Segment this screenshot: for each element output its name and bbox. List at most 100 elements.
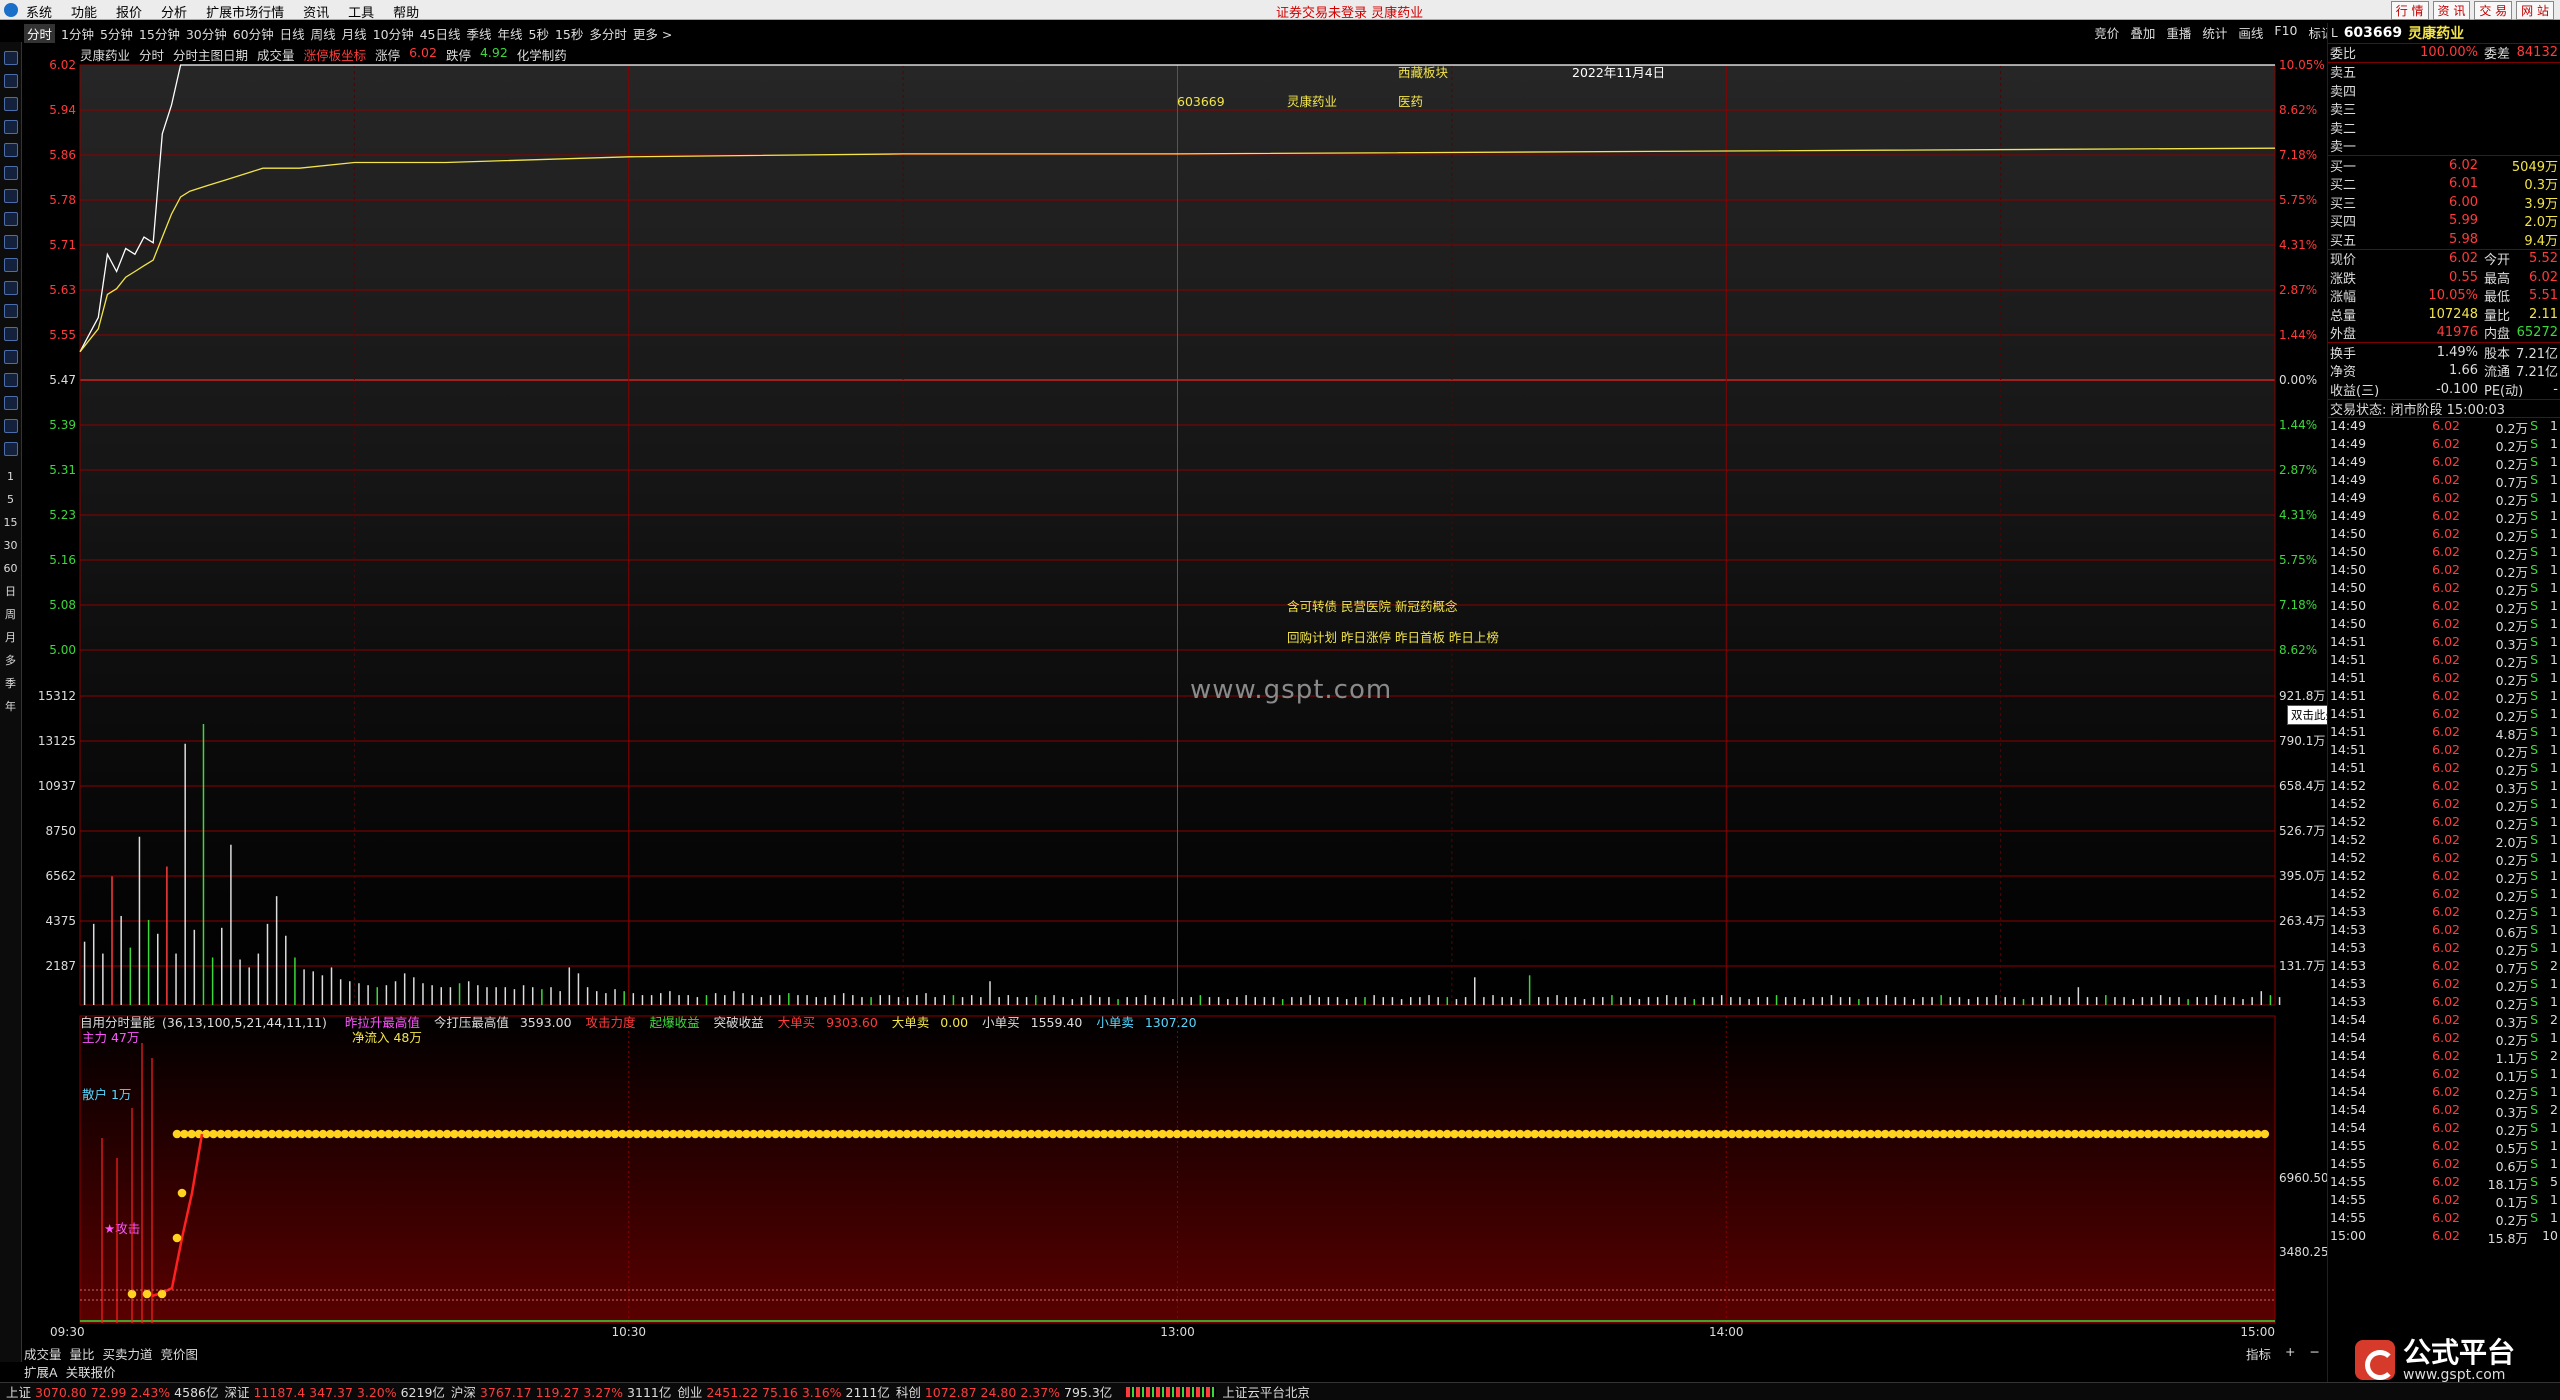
buy-level[interactable]: 买二 6.01 0.3万 bbox=[2328, 175, 2560, 193]
period-tab[interactable]: 多分时 bbox=[589, 24, 627, 43]
period-tab[interactable]: 10分钟 bbox=[373, 24, 414, 43]
menu-item[interactable]: 分析 bbox=[161, 2, 187, 21]
period-shortcut[interactable]: 30 bbox=[0, 534, 21, 557]
tool-icon[interactable] bbox=[4, 304, 18, 318]
bottom-tab[interactable]: 买卖力道 bbox=[103, 1344, 153, 1363]
period-shortcut[interactable]: 季 bbox=[0, 672, 21, 695]
period-tab[interactable]: 15秒 bbox=[555, 24, 583, 43]
bottom-tab[interactable]: 竞价图 bbox=[161, 1344, 199, 1363]
tool-icon[interactable] bbox=[4, 74, 18, 88]
index-quote[interactable]: 科创 1072.87 24.80 2.37% 795.3亿 bbox=[896, 1382, 1112, 1400]
tool-icon[interactable] bbox=[4, 327, 18, 341]
bottom-tab[interactable]: 量比 bbox=[70, 1344, 95, 1363]
sell-level[interactable]: 卖一 bbox=[2328, 137, 2560, 155]
tool-icon[interactable] bbox=[4, 442, 18, 456]
tick-row: 14:51 6.02 0.2万 S 1 bbox=[2328, 670, 2560, 688]
tool-icon[interactable] bbox=[4, 373, 18, 387]
tool-icon[interactable] bbox=[4, 51, 18, 65]
quote-value: 107248 bbox=[2428, 306, 2478, 322]
period-tab[interactable]: 5分钟 bbox=[100, 24, 133, 43]
tool-icon[interactable] bbox=[4, 281, 18, 295]
period-tab[interactable]: 月线 bbox=[342, 24, 367, 43]
index-quote[interactable]: 创业 2451.22 75.16 3.16% 2111亿 bbox=[677, 1382, 889, 1400]
indicator-title[interactable]: 自用分时量能 (36,13,100,5,21,44,11,11) bbox=[80, 1015, 334, 1030]
price-tick-label: 5.31 bbox=[49, 463, 76, 477]
menu-item[interactable]: 系统 bbox=[26, 2, 52, 21]
period-shortcut[interactable]: 多 bbox=[0, 649, 21, 672]
period-shortcut[interactable]: 日 bbox=[0, 580, 21, 603]
bottom-tab[interactable]: 扩展A bbox=[24, 1362, 58, 1381]
menu-item[interactable]: 资讯 bbox=[303, 2, 329, 21]
period-tab[interactable]: 分时 bbox=[24, 23, 56, 43]
menu-item[interactable]: 扩展市场行情 bbox=[206, 2, 284, 21]
menu-item[interactable]: 报价 bbox=[116, 2, 142, 21]
period-tab[interactable]: 年线 bbox=[498, 24, 523, 43]
index-quote[interactable]: 上证 3070.80 72.99 2.43% 4586亿 bbox=[6, 1382, 218, 1400]
period-shortcut[interactable]: 1 bbox=[0, 465, 21, 488]
toolbar-button[interactable]: 画线 bbox=[2238, 23, 2263, 43]
period-tab[interactable]: 周线 bbox=[311, 24, 336, 43]
top-button[interactable]: 网 站 bbox=[2516, 1, 2554, 20]
buy-level[interactable]: 买一 6.02 5049万 bbox=[2328, 156, 2560, 175]
sell-level[interactable]: 卖五 bbox=[2328, 63, 2560, 81]
period-tab[interactable]: 季线 bbox=[467, 24, 492, 43]
sell-level[interactable]: 卖二 bbox=[2328, 118, 2560, 137]
quote-value: - bbox=[2553, 381, 2558, 397]
buy-level[interactable]: 买五 5.98 9.4万 bbox=[2328, 230, 2560, 249]
tool-icon[interactable] bbox=[4, 143, 18, 157]
period-tab[interactable]: 45日线 bbox=[420, 24, 461, 43]
period-shortcut[interactable]: 年 bbox=[0, 695, 21, 718]
top-button[interactable]: 交 易 bbox=[2474, 1, 2513, 20]
menu-item[interactable]: 帮助 bbox=[393, 2, 419, 21]
tick-time: 14:53 bbox=[2330, 994, 2367, 1009]
tool-icon[interactable] bbox=[4, 97, 18, 111]
period-shortcut[interactable]: 5 bbox=[0, 488, 21, 511]
tool-icon[interactable] bbox=[4, 212, 18, 226]
buy-level[interactable]: 买三 6.00 3.9万 bbox=[2328, 193, 2560, 212]
tool-icon[interactable] bbox=[4, 419, 18, 433]
tick-time: 14:55 bbox=[2330, 1210, 2367, 1225]
intraday-chart[interactable]: 6.02 10.05% 5.94 8.62% 5.86 7.18% 5.78 5.75% 5.7… bbox=[22, 58, 2327, 1343]
tick-row: 14:49 6.02 0.2万 S 1 bbox=[2328, 490, 2560, 508]
index-quote[interactable]: 深证 11187.4 347.37 3.20% 6219亿 bbox=[224, 1382, 444, 1400]
buy-level[interactable]: 买四 5.99 2.0万 bbox=[2328, 212, 2560, 230]
bottom-tab[interactable]: 关联报价 bbox=[66, 1362, 116, 1381]
period-shortcut[interactable]: 60 bbox=[0, 557, 21, 580]
period-tab[interactable]: 30分钟 bbox=[186, 24, 227, 43]
tool-icon[interactable] bbox=[4, 258, 18, 272]
period-tab[interactable]: 60分钟 bbox=[233, 24, 274, 43]
toolbar-button[interactable]: 统计 bbox=[2202, 23, 2227, 43]
tool-icon[interactable] bbox=[4, 166, 18, 180]
bottom-tab-control[interactable]: 指标 bbox=[2246, 1344, 2271, 1363]
period-shortcut[interactable]: 月 bbox=[0, 626, 21, 649]
bottom-tab-control[interactable]: + bbox=[2285, 1344, 2295, 1363]
toolbar-button[interactable]: 叠加 bbox=[2130, 23, 2155, 43]
bottom-tab[interactable]: 成交量 bbox=[24, 1344, 62, 1363]
toolbar-button[interactable]: F10 bbox=[2274, 23, 2297, 43]
period-tab[interactable]: 5秒 bbox=[529, 24, 549, 43]
period-tab[interactable]: 更多 > bbox=[633, 24, 672, 43]
period-tab[interactable]: 15分钟 bbox=[139, 24, 180, 43]
period-tab[interactable]: 1分钟 bbox=[61, 24, 94, 43]
period-shortcut[interactable]: 15 bbox=[0, 511, 21, 534]
index-quote[interactable]: 沪深 3767.17 119.27 3.27% 3111亿 bbox=[451, 1382, 671, 1400]
tool-icon[interactable] bbox=[4, 189, 18, 203]
top-button[interactable]: 资 讯 bbox=[2432, 1, 2471, 20]
tick-list[interactable]: 14:49 6.02 0.2万 S 1 14:49 6.02 0.2万 S 1 14:49 6.02 0… bbox=[2328, 417, 2560, 1246]
tool-icon[interactable] bbox=[4, 396, 18, 410]
sell-level[interactable]: 卖三 bbox=[2328, 100, 2560, 118]
period-shortcut[interactable]: 周 bbox=[0, 603, 21, 626]
tool-icon[interactable] bbox=[4, 120, 18, 134]
sell-level[interactable]: 卖四 bbox=[2328, 81, 2560, 100]
toolbar-button[interactable]: 竞价 bbox=[2094, 23, 2119, 43]
top-button[interactable]: 行 情 bbox=[2390, 1, 2429, 20]
menu-item[interactable]: 工具 bbox=[348, 2, 374, 21]
tool-icon[interactable] bbox=[4, 350, 18, 364]
toolbar-button[interactable]: 重播 bbox=[2166, 23, 2191, 43]
bottom-tab-control[interactable]: − bbox=[2310, 1344, 2320, 1363]
period-tab[interactable]: 日线 bbox=[280, 24, 305, 43]
menu-item[interactable]: 功能 bbox=[71, 2, 97, 21]
tick-row: 14:49 6.02 0.2万 S 1 bbox=[2328, 508, 2560, 526]
tool-icon[interactable] bbox=[4, 235, 18, 249]
tick-count: 1 bbox=[2550, 850, 2558, 865]
